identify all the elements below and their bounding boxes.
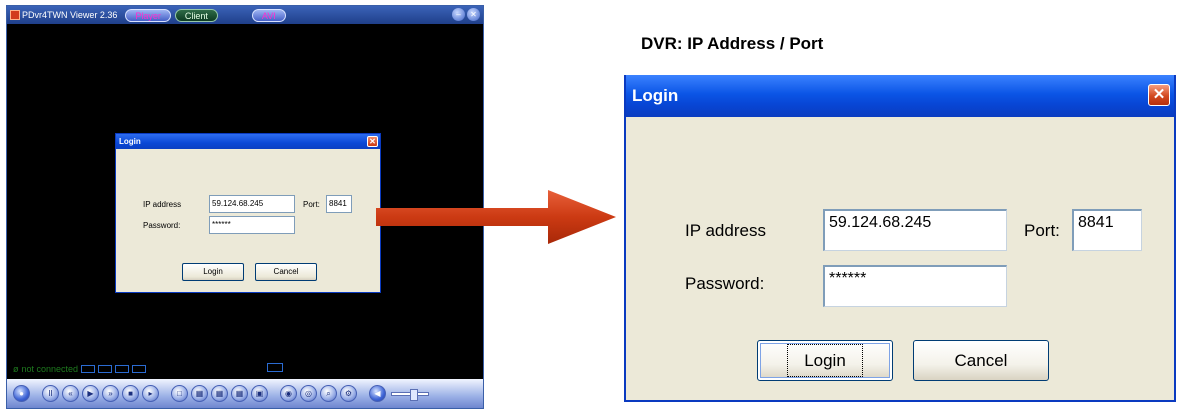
split-1-icon[interactable]: □ — [171, 385, 188, 402]
small-port-field[interactable]: 8841 — [326, 195, 352, 213]
record-icon[interactable]: ◉ — [280, 385, 297, 402]
volume-slider[interactable] — [391, 388, 429, 401]
port-field[interactable]: 8841 — [1072, 209, 1142, 251]
settings-icon[interactable]: ⚙ — [340, 385, 357, 402]
app-logo-icon — [10, 10, 20, 20]
small-login-dialog: Login ✕ IP address 59.124.68.245 Port: 8… — [115, 133, 381, 293]
login-titlebar: Login ✕ — [626, 75, 1174, 117]
close-icon[interactable]: ✕ — [467, 8, 480, 21]
small-login-title: Login — [119, 137, 141, 146]
login-button[interactable]: Login — [757, 340, 893, 381]
login-body: IP address 59.124.68.245 Port: 8841 Pass… — [626, 117, 1174, 402]
snapshot-icon[interactable]: ◎ — [300, 385, 317, 402]
rewind-icon[interactable]: « — [62, 385, 79, 402]
tab-client[interactable]: Client — [174, 8, 218, 22]
pointer-arrow — [376, 190, 616, 244]
volume-icon[interactable]: ◀ — [369, 385, 386, 402]
play-icon[interactable]: ▶ — [82, 385, 99, 402]
window-controls: – ✕ — [452, 8, 480, 21]
small-login-button[interactable]: Login — [182, 263, 244, 281]
search-icon[interactable]: ⌕ — [320, 385, 337, 402]
split-16-icon[interactable]: ▦ — [231, 385, 248, 402]
status-dot-icon: ø — [13, 363, 19, 374]
fast-forward-icon[interactable]: » — [102, 385, 119, 402]
login-button-label: Login — [787, 344, 863, 377]
stop-icon[interactable]: ■ — [122, 385, 139, 402]
page-heading: DVR: IP Address / Port — [641, 34, 824, 53]
small-password-label: Password: — [143, 221, 181, 230]
channel-4-icon[interactable] — [132, 364, 147, 373]
port-label: Port: — [1024, 221, 1060, 240]
cancel-button[interactable]: Cancel — [913, 340, 1049, 381]
connect-icon[interactable]: ● — [13, 385, 30, 402]
status-text: not connected — [21, 363, 79, 374]
small-ip-label: IP address — [143, 200, 182, 209]
small-login-titlebar: Login ✕ — [116, 134, 380, 149]
split-4-icon[interactable]: ▦ — [191, 385, 208, 402]
fullscreen-icon[interactable]: ▣ — [251, 385, 268, 402]
connection-status: ø not connected — [13, 363, 147, 374]
channel-2-icon[interactable] — [98, 364, 113, 373]
small-ip-field[interactable]: 59.124.68.245 — [209, 195, 295, 213]
login-dialog: Login ✕ IP address 59.124.68.245 Port: 8… — [624, 75, 1176, 402]
channel-3-icon[interactable] — [115, 364, 130, 373]
step-icon[interactable]: ▸ — [142, 385, 159, 402]
layout-icon[interactable] — [267, 363, 283, 372]
split-9-icon[interactable]: ▦ — [211, 385, 228, 402]
password-field[interactable]: ****** — [823, 265, 1007, 307]
tab-avi[interactable]: AVI — [251, 8, 286, 22]
small-login-body: IP address 59.124.68.245 Port: 8841 Pass… — [116, 149, 380, 294]
close-icon[interactable]: ✕ — [1148, 84, 1170, 106]
small-port-label: Port: — [303, 200, 320, 209]
ip-address-field[interactable]: 59.124.68.245 — [823, 209, 1007, 251]
playback-toolbar: ● II « ▶ » ■ ▸ □ ▦ ▦ ▦ ▣ ◉ ◎ ⌕ ⚙ ◀ — [7, 379, 483, 408]
tab-player[interactable]: Player — [125, 8, 171, 22]
play-pause-icon[interactable]: II — [42, 385, 59, 402]
ip-address-label: IP address — [685, 221, 766, 240]
login-title: Login — [632, 86, 679, 105]
minimize-icon[interactable]: – — [452, 8, 465, 21]
viewer-title: PDvr4TWN Viewer 2.36 — [22, 10, 118, 20]
viewer-titlebar: PDvr4TWN Viewer 2.36 Player Client AVI –… — [7, 6, 483, 24]
small-password-field[interactable]: ****** — [209, 216, 295, 234]
channel-1-icon[interactable] — [81, 364, 96, 373]
small-cancel-button[interactable]: Cancel — [255, 263, 317, 281]
password-label: Password: — [685, 274, 765, 293]
small-login-close-icon[interactable]: ✕ — [367, 136, 378, 147]
